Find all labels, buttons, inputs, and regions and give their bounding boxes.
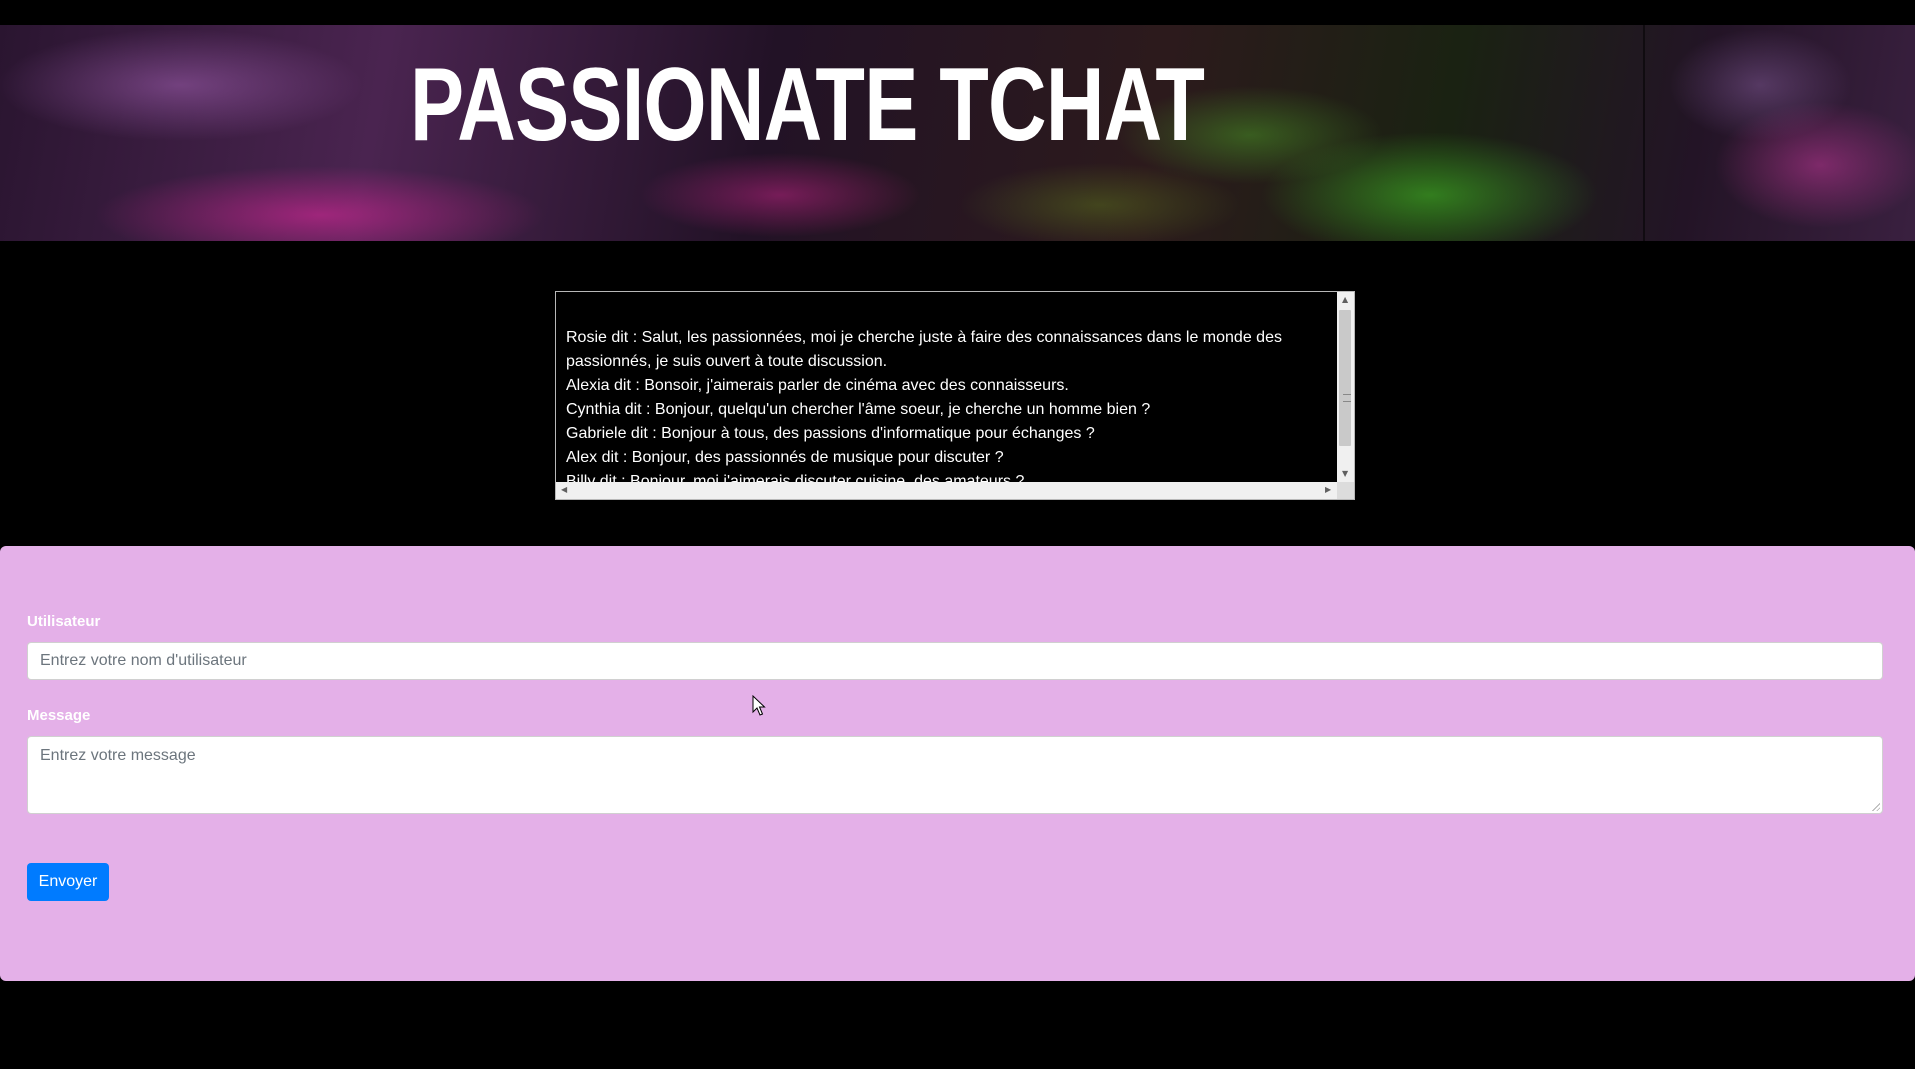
scroll-down-icon[interactable]: ▼ bbox=[1342, 470, 1348, 478]
resize-handle-icon[interactable] bbox=[1871, 802, 1880, 811]
chat-log[interactable]: Rosie dit : Salut, les passionnées, moi … bbox=[555, 291, 1355, 500]
chat-message: Rosie dit : Salut, les passionnées, moi … bbox=[566, 329, 1282, 370]
chat-messages: Rosie dit : Salut, les passionnées, moi … bbox=[556, 292, 1338, 483]
horizontal-scrollbar[interactable]: ◀ ▶ bbox=[556, 482, 1338, 499]
send-button[interactable]: Envoyer bbox=[27, 863, 109, 901]
header-banner: PASSIONATE TCHAT bbox=[0, 25, 1915, 241]
chat-message: Cynthia dit : Bonjour, quelqu'un cherche… bbox=[566, 401, 1151, 418]
banner-seam bbox=[1643, 25, 1645, 241]
username-input[interactable] bbox=[27, 642, 1883, 680]
chat-message: Gabriele dit : Bonjour à tous, des passi… bbox=[566, 425, 1095, 442]
chat-message: Alexia dit : Bonsoir, j'aimerais parler … bbox=[566, 377, 1069, 394]
scroll-up-icon[interactable]: ▲ bbox=[1342, 296, 1348, 304]
message-input[interactable] bbox=[27, 736, 1883, 814]
scroll-thumb[interactable] bbox=[1339, 310, 1351, 446]
vertical-scrollbar[interactable]: ▲ ▼ bbox=[1337, 292, 1354, 483]
scroll-right-icon[interactable]: ▶ bbox=[1325, 486, 1331, 494]
message-label: Message bbox=[27, 707, 91, 724]
scroll-left-icon[interactable]: ◀ bbox=[561, 486, 567, 494]
mouse-cursor-icon bbox=[752, 695, 766, 716]
user-label: Utilisateur bbox=[27, 613, 101, 630]
scrollbar-corner bbox=[1337, 482, 1354, 499]
chat-message: Alex dit : Bonjour, des passionnés de mu… bbox=[566, 449, 1004, 466]
site-title: PASSIONATE TCHAT bbox=[410, 47, 1205, 163]
